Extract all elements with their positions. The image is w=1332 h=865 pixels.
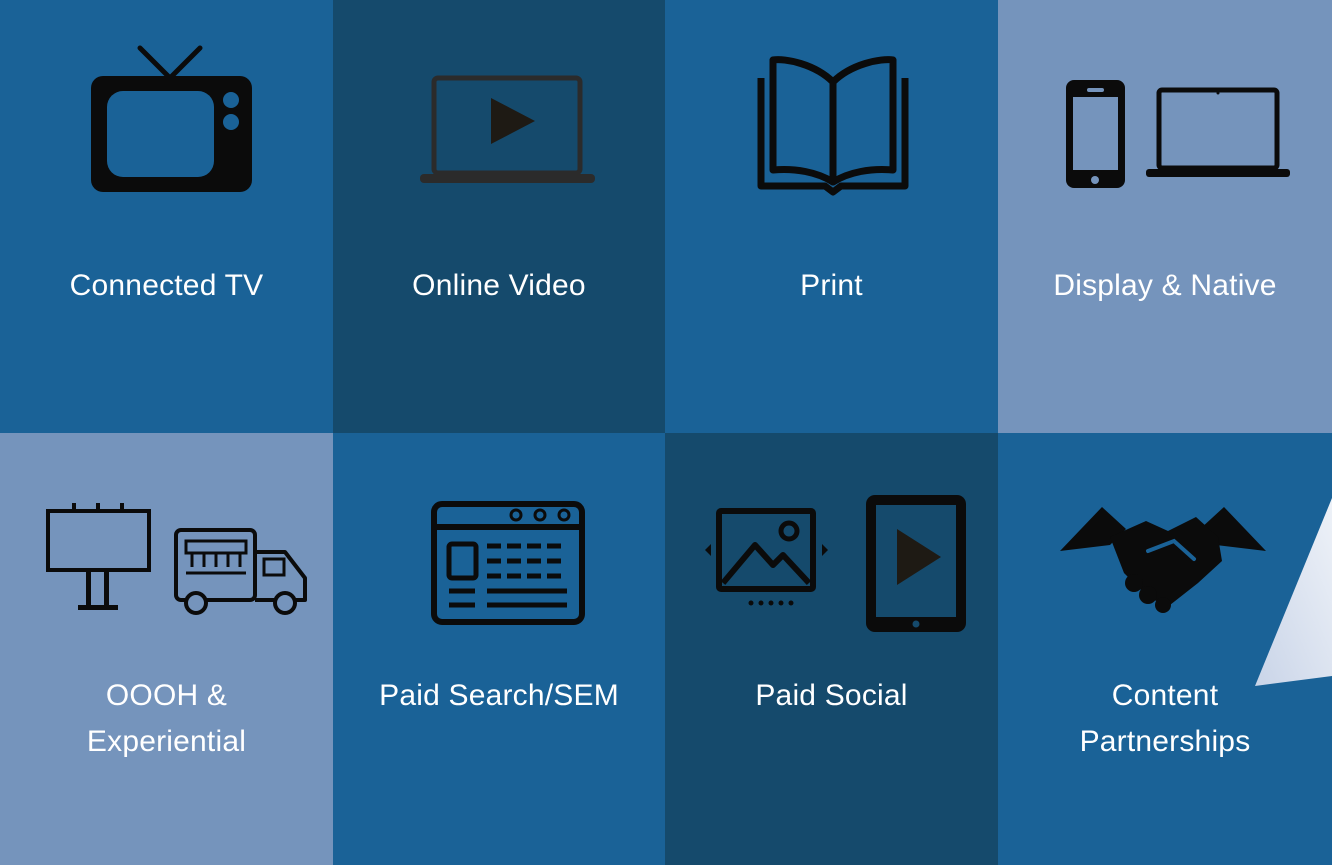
browser-window-icon — [431, 501, 585, 625]
tile-print: Print — [665, 0, 998, 433]
tile-label: Online Video — [412, 269, 586, 302]
laptop-play-icon — [420, 75, 595, 183]
tile-label-line-1: Content — [1111, 679, 1219, 712]
media-channel-grid: Connected TV Online Video Print Display … — [0, 0, 1332, 865]
tile-label: Paid Social — [755, 679, 908, 712]
tile-oooh-experiential: OOOH & Experiential — [0, 433, 333, 865]
image-tablet-icon — [705, 495, 966, 632]
tile-label-line-1: OOOH & — [105, 679, 228, 712]
tile-paid-search-sem: Paid Search/SEM — [333, 433, 665, 865]
tile-label: Print — [800, 269, 863, 302]
tile-content-partnerships: Content Partnerships — [998, 433, 1332, 865]
tile-label: Display & Native — [1053, 269, 1277, 302]
tile-connected-tv: Connected TV — [0, 0, 333, 433]
phone-laptop-icon — [1066, 80, 1290, 188]
handshake-icon — [1060, 507, 1266, 613]
open-book-icon — [757, 56, 909, 196]
tile-label-line-2: Partnerships — [1079, 725, 1251, 758]
tile-label-line-2: Experiential — [86, 725, 247, 758]
tile-label: Paid Search/SEM — [379, 679, 619, 712]
tile-label: Connected TV — [69, 269, 264, 302]
billboard-truck-icon — [46, 503, 307, 615]
tile-paid-social: Paid Social — [665, 433, 998, 865]
tile-online-video: Online Video — [333, 0, 665, 433]
tile-display-native: Display & Native — [998, 0, 1332, 433]
tv-icon — [91, 45, 252, 192]
